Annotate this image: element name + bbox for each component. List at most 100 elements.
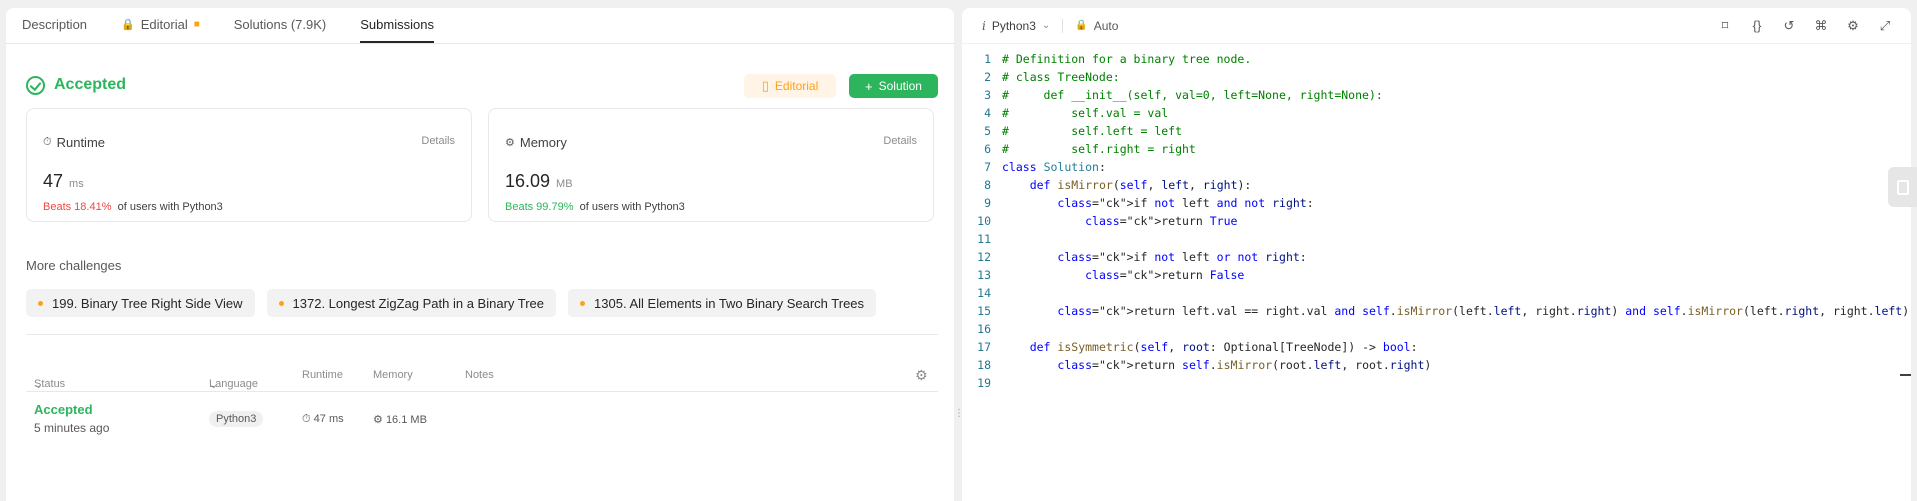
- line-text: class="ck">if not left and not right:: [1057, 196, 1314, 210]
- code-line[interactable]: 17 def isSymmetric(self, root: Optional[…: [962, 338, 1911, 356]
- reset-icon[interactable]: ↺: [1781, 18, 1797, 34]
- tab-bar: Description 🔒 Editorial ■ Solutions (7.9K)…: [6, 8, 954, 44]
- code-line[interactable]: 15 class="ck">return left.val == right.v…: [962, 302, 1911, 320]
- chevron-down-icon: ⌄: [1041, 20, 1051, 31]
- runtime-details-link[interactable]: Details: [421, 135, 455, 147]
- tab-solutions[interactable]: Solutions (7.9K): [234, 17, 327, 43]
- line-text: class="ck">return False: [1085, 268, 1245, 282]
- code-line[interactable]: 19: [962, 374, 1911, 392]
- code-line[interactable]: 14: [962, 284, 1911, 302]
- runtime-card[interactable]: ⏱ Runtime Details 47 ms Beats 18.41% of us…: [26, 108, 472, 222]
- runtime-unit: ms: [69, 178, 84, 190]
- line-number: 12: [977, 250, 991, 264]
- divider: [26, 334, 938, 335]
- line-text: class="ck">return True: [1085, 214, 1238, 228]
- tab-submissions[interactable]: Submissions: [360, 17, 434, 43]
- submission-language-badge: Python3: [209, 411, 264, 427]
- line-number: 5: [984, 124, 991, 138]
- lock-icon: 🔒: [121, 19, 135, 31]
- editor-toolbar: i Python3 ⌄ 🔒 Auto ⌑ {} ↺ ⌘ ⚙ ⤢: [962, 8, 1911, 44]
- difficulty-dot-icon: [38, 300, 43, 306]
- scrollbar-marker: [1900, 374, 1911, 376]
- left-panel: Description 🔒 Editorial ■ Solutions (7.9K)…: [6, 8, 954, 501]
- line-text: def isMirror(self, left, right):: [1029, 178, 1252, 192]
- auto-mode[interactable]: 🔒 Auto: [1075, 19, 1118, 33]
- tab-description[interactable]: Description: [22, 17, 87, 43]
- submission-status[interactable]: Accepted: [34, 402, 93, 417]
- submissions-table-header: Status ⌄ Language ⌄ Runtime Memory Notes…: [26, 360, 938, 392]
- code-line[interactable]: 12 class="ck">if not left or not right:: [962, 248, 1911, 266]
- notes-column-header: Notes: [465, 369, 494, 381]
- code-line[interactable]: 5 # self.left = left: [962, 122, 1911, 140]
- line-text: def isSymmetric(self, root: Optional[Tre…: [1029, 340, 1418, 354]
- line-text: class="ck">return left.val == right.val …: [1057, 304, 1910, 318]
- solution-button[interactable]: + Solution: [849, 74, 938, 98]
- line-text: # self.right = right: [1002, 142, 1196, 156]
- line-text: class="ck">if not left or not right:: [1057, 250, 1307, 264]
- language-selector[interactable]: i Python3 ⌄: [982, 19, 1050, 33]
- line-number: 13: [977, 268, 991, 282]
- clock-icon: ⏱: [43, 136, 52, 148]
- challenge-label: 1305. All Elements in Two Binary Search …: [594, 295, 865, 311]
- line-number: 9: [984, 196, 991, 210]
- code-line[interactable]: 9 class="ck">if not left and not right:: [962, 194, 1911, 212]
- chip-icon: ⚙: [505, 137, 515, 149]
- gear-icon[interactable]: ⚙: [915, 367, 928, 384]
- code-line[interactable]: 2 # class TreeNode:: [962, 68, 1911, 86]
- line-number: 14: [977, 286, 991, 300]
- code-line[interactable]: 1 # Definition for a binary tree node.: [962, 50, 1911, 68]
- difficulty-dot-icon: [580, 300, 586, 306]
- memory-details-link[interactable]: Details: [883, 135, 917, 147]
- line-text: # Definition for a binary tree node.: [1002, 52, 1252, 66]
- info-icon: i: [982, 18, 986, 33]
- lock-icon: 🔒: [1075, 20, 1088, 31]
- code-line[interactable]: 16: [962, 320, 1911, 338]
- code-line[interactable]: 8 def isMirror(self, left, right):: [962, 176, 1911, 194]
- tab-label: Solutions (7.9K): [233, 17, 327, 32]
- memory-heading: ⚙ Memory: [505, 135, 567, 150]
- challenge-chip[interactable]: 1305. All Elements in Two Binary Search …: [568, 289, 877, 317]
- code-line[interactable]: 3 # def __init__(self, val=0, left=None, …: [962, 86, 1911, 104]
- table-row[interactable]: Accepted 5 minutes ago Python3 ⏱ 47 ms ⚙…: [26, 394, 938, 444]
- memory-card[interactable]: ⚙ Memory Details 16.09 MB Beats 99.79% of …: [488, 108, 934, 222]
- challenge-chip[interactable]: 199. Binary Tree Right Side View: [26, 289, 255, 317]
- code-line[interactable]: 10 class="ck">return True: [962, 212, 1911, 230]
- code-line[interactable]: 18 class="ck">return self.isMirror(root.…: [962, 356, 1911, 374]
- runtime-beats: Beats 18.41% of users with Python3: [43, 201, 223, 213]
- line-number: 7: [984, 160, 991, 174]
- gear-icon[interactable]: ⚙: [1845, 18, 1861, 34]
- braces-icon[interactable]: {}: [1749, 18, 1765, 34]
- line-number: 18: [977, 358, 991, 372]
- side-panel-toggle[interactable]: [1888, 167, 1917, 207]
- book-icon: ▯: [761, 78, 769, 93]
- tab-editorial[interactable]: 🔒 Editorial ■: [121, 17, 200, 43]
- editorial-button[interactable]: ▯ Editorial: [744, 74, 836, 98]
- bookmark-icon[interactable]: ⌑: [1717, 18, 1733, 34]
- line-number: 6: [984, 142, 991, 156]
- document-icon: [1896, 179, 1909, 195]
- memory-number: 16.09: [505, 171, 551, 191]
- line-text: # self.val = val: [1002, 106, 1169, 120]
- line-number: 1: [984, 52, 991, 66]
- chip-icon: ⚙: [373, 414, 383, 426]
- code-line[interactable]: 6 # self.right = right: [962, 140, 1911, 158]
- tab-label: Submissions: [360, 17, 434, 32]
- code-line[interactable]: 11: [962, 230, 1911, 248]
- command-icon[interactable]: ⌘: [1813, 18, 1829, 34]
- memory-label: Memory: [519, 135, 567, 150]
- code-line[interactable]: 4 # self.val = val: [962, 104, 1911, 122]
- expand-icon[interactable]: ⤢: [1877, 18, 1893, 34]
- editorial-button-label: Editorial: [774, 79, 819, 93]
- code-area[interactable]: 1 # Definition for a binary tree node. 2 # …: [962, 50, 1911, 392]
- line-text: # self.left = left: [1002, 124, 1183, 138]
- line-text: class="ck">return self.isMirror(root.lef…: [1057, 358, 1432, 372]
- panel-resize-handle[interactable]: ⋮: [954, 408, 964, 419]
- memory-column-header: Memory: [373, 369, 413, 381]
- code-line[interactable]: 7 class Solution:: [962, 158, 1911, 176]
- code-editor-panel: i Python3 ⌄ 🔒 Auto ⌑ {} ↺ ⌘ ⚙ ⤢ 1 # Definiti…: [962, 8, 1911, 501]
- challenge-chip[interactable]: 1372. Longest ZigZag Path in a Binary Tr…: [266, 289, 557, 317]
- line-number: 11: [977, 232, 991, 246]
- submission-runtime: ⏱ 47 ms: [302, 413, 344, 426]
- challenge-list: 199. Binary Tree Right Side View 1372. L…: [26, 289, 888, 317]
- code-line[interactable]: 13 class="ck">return False: [962, 266, 1911, 284]
